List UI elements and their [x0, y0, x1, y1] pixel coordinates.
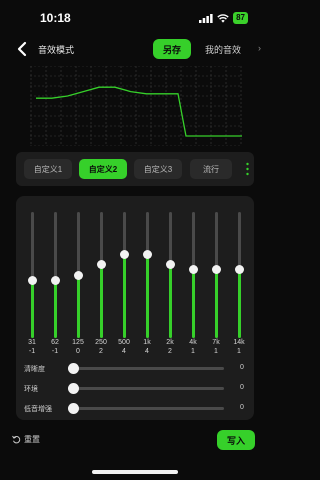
- eq-band-knob[interactable]: [73, 270, 83, 280]
- eq-band-knob[interactable]: [188, 265, 198, 275]
- eq-band-gain: 2: [99, 348, 103, 355]
- eq-band-gain: 4: [145, 348, 149, 355]
- eq-band-gain: 2: [168, 348, 172, 355]
- page-title: 音效模式: [38, 45, 75, 55]
- slider-label: 环境: [24, 386, 38, 393]
- eq-band-fill: [168, 264, 172, 338]
- chevron-right-icon: ›: [258, 43, 261, 53]
- eq-band-gain: 1: [191, 348, 195, 355]
- eq-band-fill: [30, 280, 34, 338]
- write-button[interactable]: 写入: [217, 430, 255, 450]
- reset-button[interactable]: 重置: [12, 434, 40, 445]
- eq-band-fill: [191, 269, 195, 338]
- preset-custom-2[interactable]: 自定义2: [79, 159, 127, 179]
- eq-band-knob[interactable]: [142, 249, 152, 259]
- eq-band-gain: -1: [51, 348, 59, 355]
- eq-band-gain: -1: [28, 348, 36, 355]
- slider-value: 0: [240, 384, 244, 391]
- eq-band-frequency: 2k: [166, 339, 174, 346]
- preset-pop[interactable]: 流行: [190, 159, 232, 179]
- eq-band-frequency: 125: [72, 339, 84, 346]
- eq-curve-graph: [30, 66, 242, 146]
- eq-band-fill: [145, 254, 149, 338]
- clarity-slider-knob[interactable]: [68, 363, 79, 374]
- eq-band-gain: 1: [214, 348, 218, 355]
- status-time: 10:18: [40, 11, 71, 25]
- eq-band-gain: 1: [237, 348, 241, 355]
- back-arrow-icon[interactable]: [14, 40, 32, 58]
- status-icons: 87: [199, 12, 248, 24]
- preset-custom-1[interactable]: 自定义1: [24, 159, 72, 179]
- eq-band-fill: [214, 269, 218, 338]
- clarity-slider-track[interactable]: [68, 367, 224, 370]
- graph-grid: [30, 66, 242, 146]
- eq-band-fill: [99, 264, 103, 338]
- wifi-icon: [217, 13, 229, 23]
- battery-icon: 87: [233, 12, 248, 24]
- eq-band-knob[interactable]: [27, 275, 37, 285]
- eq-band-knob[interactable]: [96, 260, 106, 269]
- eq-band-frequency: 14k: [233, 339, 245, 346]
- eq-band-fill: [53, 280, 57, 338]
- slider-label: 低音增强: [24, 406, 52, 413]
- eq-band-frequency: 500: [118, 339, 130, 346]
- eq-band-fill: [122, 254, 126, 338]
- slider-row-ambience: 环境 0: [24, 382, 250, 396]
- equalizer-panel: 31 -1 62 -1 125 0 250 2 500 4 1k 4 2k 2 4k 1 7k 1 14k 1 清晰度…: [16, 196, 254, 420]
- home-indicator: [92, 470, 178, 474]
- eq-band-knob[interactable]: [50, 275, 60, 285]
- slider-row-clarity: 清晰度 0: [24, 362, 250, 376]
- slider-value: 0: [240, 404, 244, 411]
- eq-band-frequency: 250: [95, 339, 107, 346]
- more-vertical-icon[interactable]: [246, 162, 249, 176]
- eq-band-frequency: 62: [51, 339, 59, 346]
- bass-boost-slider-knob[interactable]: [68, 403, 79, 414]
- status-bar: 10:18 87: [0, 0, 270, 34]
- header: 音效模式 另存 我的音效 ›: [0, 36, 270, 62]
- eq-band-fill: [237, 269, 241, 338]
- eq-band-frequency: 1k: [143, 339, 151, 346]
- eq-band-fill: [76, 275, 80, 338]
- eq-band-frequency: 7k: [212, 339, 220, 346]
- eq-band-gain: 0: [76, 348, 80, 355]
- eq-band-knob[interactable]: [165, 260, 175, 269]
- signal-icon: [199, 13, 213, 23]
- slider-label: 清晰度: [24, 366, 45, 373]
- slider-value: 0: [240, 364, 244, 371]
- ambience-slider-track[interactable]: [68, 387, 224, 390]
- eq-band-gain: 4: [122, 348, 126, 355]
- preset-custom-3[interactable]: 自定义3: [134, 159, 182, 179]
- eq-band-frequency: 4k: [189, 339, 197, 346]
- reset-label: 重置: [24, 435, 40, 444]
- my-sound-link[interactable]: 我的音效: [205, 43, 241, 56]
- eq-band-knob[interactable]: [234, 265, 244, 275]
- eq-band-knob[interactable]: [211, 265, 221, 275]
- preset-bar: 自定义1 自定义2 自定义3 流行: [16, 152, 254, 186]
- save-as-button[interactable]: 另存: [153, 39, 191, 59]
- reset-icon: [12, 435, 21, 444]
- slider-row-bass-boost: 低音增强 0: [24, 402, 250, 416]
- eq-band-frequency: 31: [28, 339, 36, 346]
- bass-boost-slider-track[interactable]: [68, 407, 224, 410]
- ambience-slider-knob[interactable]: [68, 383, 79, 394]
- eq-band-knob[interactable]: [119, 249, 129, 259]
